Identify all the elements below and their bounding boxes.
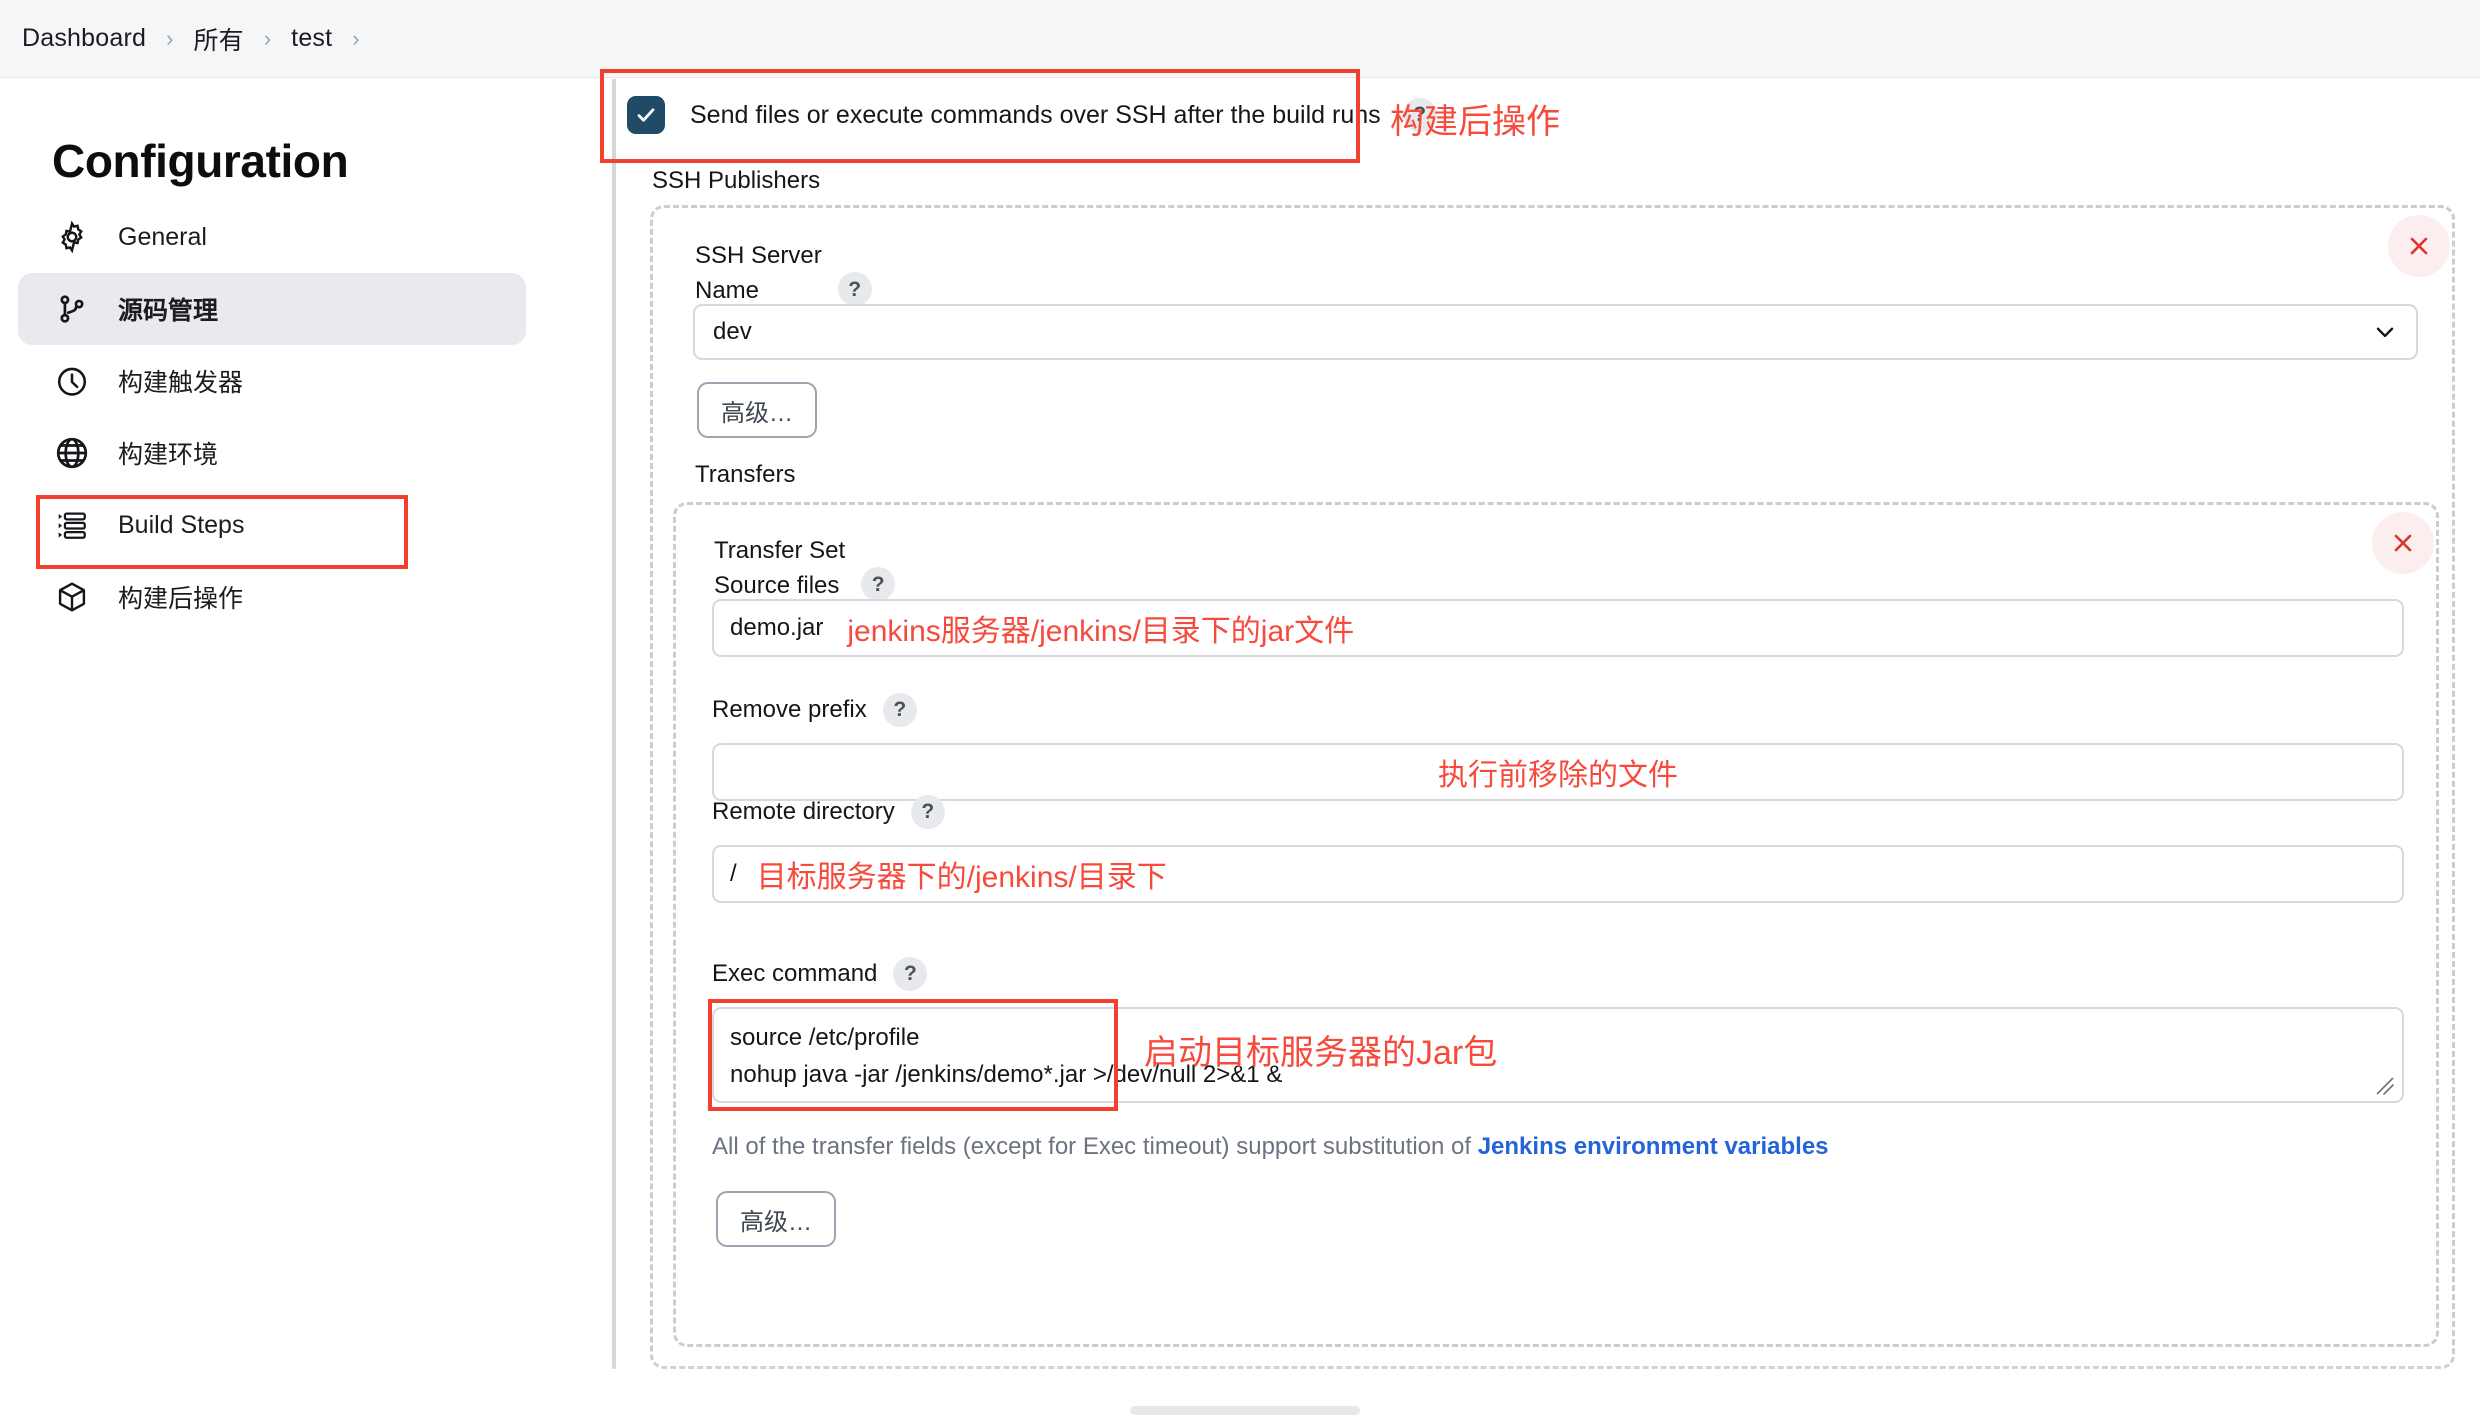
sidebar-item-source-management[interactable]: 源码管理 bbox=[18, 273, 526, 345]
breadcrumb-item-all[interactable]: 所有 bbox=[193, 21, 243, 57]
annotation-exec-command: 启动目标服务器的Jar包 bbox=[1144, 1034, 1498, 1072]
breadcrumb-item-test[interactable]: test bbox=[291, 24, 332, 53]
remove-prefix-label: Remove prefix ? bbox=[712, 693, 917, 727]
source-files-value: demo.jar bbox=[730, 614, 824, 641]
resize-handle-icon[interactable] bbox=[2374, 1075, 2396, 1097]
exec-command-line-1: source /etc/profile bbox=[730, 1024, 920, 1051]
sidebar-item-build-steps[interactable]: Build Steps bbox=[18, 489, 526, 561]
remote-directory-label: Remote directory ? bbox=[712, 795, 945, 829]
help-icon[interactable]: ? bbox=[837, 272, 872, 306]
transfer-set-label-line2: Source files bbox=[714, 572, 840, 599]
chevron-right-icon: › bbox=[166, 25, 174, 51]
sidebar-item-post-build-actions[interactable]: 构建后操作 bbox=[18, 561, 526, 633]
remove-prefix-input[interactable]: 执行前移除的文件 bbox=[712, 743, 2404, 801]
horizontal-scrollbar[interactable] bbox=[1130, 1406, 1360, 1415]
remote-directory-value: / bbox=[730, 860, 737, 887]
ssh-publisher-checkbox[interactable] bbox=[627, 96, 665, 134]
transfer-fields-note: All of the transfer fields (except for E… bbox=[712, 1133, 1829, 1161]
ssh-server-label-line1: SSH Server bbox=[695, 242, 822, 269]
remove-prefix-label-text: Remove prefix bbox=[712, 696, 867, 723]
ssh-advanced-button[interactable]: 高级… bbox=[697, 382, 817, 438]
help-icon[interactable]: ? bbox=[861, 567, 896, 601]
annotation-remove-prefix: 执行前移除的文件 bbox=[1438, 759, 1678, 792]
ssh-server-name-label: SSH Server Name ? bbox=[695, 238, 872, 308]
jenkins-environment-variables-link[interactable]: Jenkins environment variables bbox=[1478, 1133, 1829, 1160]
gear-icon bbox=[52, 217, 92, 257]
annotation-post-build: 构建后操作 bbox=[1390, 103, 1560, 141]
breadcrumb: Dashboard › 所有 › test › bbox=[0, 0, 2480, 78]
exec-command-line-2: nohup java -jar /jenkins/demo*.jar >/dev… bbox=[730, 1061, 1283, 1088]
annotation-source-files: jenkins服务器/jenkins/目录下的jar文件 bbox=[847, 615, 1355, 648]
transfer-set-source-files-label: Transfer Set Source files ? bbox=[714, 533, 896, 603]
package-icon bbox=[52, 577, 92, 617]
ssh-publisher-checkbox-row[interactable]: Send files or execute commands over SSH … bbox=[600, 79, 1437, 151]
sidebar-item-label: 构建触发器 bbox=[118, 369, 244, 397]
ssh-publishers-label: SSH Publishers bbox=[652, 167, 821, 194]
exec-command-textarea[interactable]: source /etc/profile nohup java -jar /jen… bbox=[712, 1007, 2404, 1103]
page-title: Configuration bbox=[52, 135, 349, 187]
list-steps-icon bbox=[52, 505, 92, 545]
source-branch-icon bbox=[52, 289, 92, 329]
chevron-down-icon bbox=[2372, 319, 2398, 345]
remove-transfer-set-button[interactable] bbox=[2372, 512, 2434, 574]
source-files-input[interactable]: demo.jar jenkins服务器/jenkins/目录下的jar文件 bbox=[712, 599, 2404, 657]
sidebar-item-label: 构建后操作 bbox=[118, 585, 244, 613]
sidebar: Configuration General 源码管理 构建触发器 构建环境 Bu… bbox=[0, 79, 600, 1418]
clock-icon bbox=[52, 361, 92, 401]
sidebar-item-build-triggers[interactable]: 构建触发器 bbox=[18, 345, 526, 417]
chevron-right-icon: › bbox=[263, 25, 272, 51]
annotation-remote-directory: 目标服务器下的/jenkins/目录下 bbox=[756, 861, 1167, 894]
sidebar-item-label: Build Steps bbox=[118, 510, 245, 539]
transfer-set-label-line1: Transfer Set bbox=[714, 537, 846, 564]
sidebar-item-label: 构建环境 bbox=[118, 441, 219, 469]
remote-directory-input[interactable]: / 目标服务器下的/jenkins/目录下 bbox=[712, 845, 2404, 903]
transfer-advanced-button[interactable]: 高级… bbox=[716, 1191, 836, 1247]
ssh-server-label-line2: Name bbox=[695, 277, 760, 304]
ssh-server-name-select[interactable]: dev bbox=[693, 304, 2418, 360]
exec-command-label-text: Exec command bbox=[712, 960, 878, 987]
ssh-publisher-panel: SSH Server Name ? dev 高级… Transfers Tran… bbox=[650, 205, 2455, 1369]
sidebar-item-general[interactable]: General bbox=[18, 201, 526, 273]
transfer-set-panel: Transfer Set Source files ? demo.jar jen… bbox=[673, 502, 2439, 1347]
bottom-fade bbox=[600, 1364, 2480, 1418]
breadcrumb-item-dashboard[interactable]: Dashboard bbox=[22, 24, 146, 53]
transfers-label: Transfers bbox=[695, 461, 796, 488]
sidebar-item-label: 源码管理 bbox=[118, 297, 219, 325]
help-icon[interactable]: ? bbox=[882, 693, 917, 727]
ssh-server-selected-value: dev bbox=[713, 318, 752, 345]
sidebar-item-build-environment[interactable]: 构建环境 bbox=[18, 417, 526, 489]
sidebar-item-label: General bbox=[118, 222, 207, 251]
chevron-right-icon: › bbox=[352, 25, 360, 51]
globe-icon bbox=[52, 433, 92, 473]
remove-ssh-publisher-button[interactable] bbox=[2388, 215, 2450, 277]
remote-directory-label-text: Remote directory bbox=[712, 798, 895, 825]
help-icon[interactable]: ? bbox=[893, 957, 928, 991]
transfer-note-prefix: All of the transfer fields (except for E… bbox=[712, 1133, 1478, 1160]
exec-command-label: Exec command ? bbox=[712, 957, 928, 991]
ssh-publisher-checkbox-label: Send files or execute commands over SSH … bbox=[690, 100, 1381, 129]
section-rule bbox=[612, 79, 616, 1369]
help-icon[interactable]: ? bbox=[910, 795, 945, 829]
main-content: Send files or execute commands over SSH … bbox=[600, 69, 2480, 1418]
